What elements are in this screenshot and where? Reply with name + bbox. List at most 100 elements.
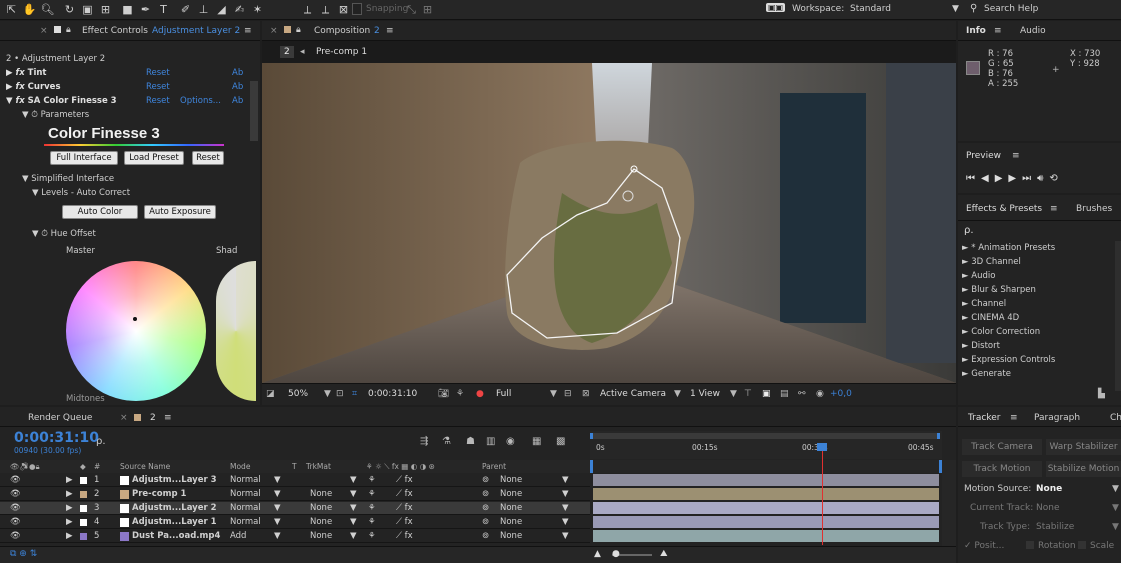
prev-frame-icon[interactable]: ◀ xyxy=(981,173,995,184)
clone-stamp-tool-icon[interactable]: ⊥ xyxy=(196,2,211,17)
close-tab-icon[interactable]: × xyxy=(40,26,48,36)
lock-icon[interactable]: 🔒︎ xyxy=(66,25,71,35)
panel-menu-icon[interactable]: ≡ xyxy=(1050,204,1058,214)
layer-label-color[interactable] xyxy=(80,477,87,484)
effects-category[interactable]: ► Generate xyxy=(958,367,1115,381)
effects-category[interactable]: ► Color Correction xyxy=(958,325,1115,339)
tracker-tab[interactable]: Tracker xyxy=(968,413,1000,423)
camera-dropdown[interactable]: Active Camera xyxy=(600,389,666,399)
shy-switch-icon[interactable]: ⚘ xyxy=(368,488,376,501)
zoom-slider-handle[interactable]: ● xyxy=(612,549,620,559)
close-tab-icon[interactable]: × xyxy=(270,26,278,36)
playhead-handle[interactable] xyxy=(817,443,827,451)
brushes-tab[interactable]: Brushes xyxy=(1076,204,1112,214)
layer-row[interactable]: 👁︎ ▶ 2 Pre-comp 1 Normal None ⚘ ⟋ fx ⊚ None ▼ ▼ ▼ xyxy=(0,488,590,501)
eye-icon[interactable]: 👁︎ xyxy=(10,488,21,501)
shy-switch-icon[interactable]: ⚘ xyxy=(368,474,376,487)
roto-brush-tool-icon[interactable]: ✍ xyxy=(232,2,247,17)
dropdown-icon-trkmat[interactable]: ▼ xyxy=(350,488,357,501)
layer-row[interactable]: 👁︎ ▶ 4 Adjustm...Layer 1 Normal None ⚘ ⟋ fx ⊚ Non… xyxy=(0,516,590,529)
effects-category[interactable]: ► 3D Channel xyxy=(958,255,1115,269)
axis-local-icon[interactable]: ⟂ xyxy=(300,2,315,17)
layer-trkmat[interactable]: None xyxy=(310,488,332,501)
transparency-grid-icon[interactable]: ⌗ xyxy=(352,389,357,399)
dropdown-icon-parent[interactable]: ▼ xyxy=(562,488,569,501)
layer-mode[interactable]: Normal xyxy=(230,474,261,487)
timeline-comp-tab[interactable]: 2 xyxy=(150,413,156,423)
pixel-aspect-icon[interactable]: ⊤ xyxy=(744,389,752,399)
track-motion-button[interactable]: Track Motion xyxy=(962,461,1042,477)
column-source-name[interactable]: Source Name xyxy=(120,460,170,473)
layer-parent[interactable]: None xyxy=(500,530,522,543)
panel-scrollbar[interactable] xyxy=(250,81,258,141)
fx-switch-icon[interactable]: ⟋ fx xyxy=(396,530,413,543)
eye-icon[interactable]: 👁︎ xyxy=(10,516,21,529)
effect-controls-tab[interactable]: Effect Controls xyxy=(82,26,148,36)
frame-blending-icon[interactable]: ▥ xyxy=(486,436,495,447)
next-frame-icon[interactable]: ▶ xyxy=(1008,173,1022,184)
track-camera-button[interactable]: Track Camera xyxy=(962,439,1042,455)
av-switches-icon[interactable]: 👁︎🔊︎●🔒︎ xyxy=(10,460,40,473)
camera-tool-icon[interactable]: ▣ xyxy=(80,2,95,17)
hand-tool-icon[interactable]: ✋ xyxy=(22,2,37,17)
layer-duration-bar[interactable] xyxy=(593,516,939,528)
eye-icon[interactable]: 👁︎ xyxy=(10,502,21,515)
snapping-checkbox[interactable] xyxy=(352,3,362,15)
layer-label-color[interactable] xyxy=(80,519,87,526)
last-frame-icon[interactable]: ⏭ xyxy=(1022,173,1037,184)
finesse-reset-link[interactable]: Reset xyxy=(146,95,170,108)
column-mode[interactable]: Mode xyxy=(230,460,250,473)
stabilize-motion-button[interactable]: Stabilize Motion xyxy=(1046,461,1121,477)
paragraph-tab[interactable]: Paragraph xyxy=(1034,413,1080,423)
dropdown-icon-mode[interactable]: ▼ xyxy=(274,530,281,543)
comp-mini-flowchart-icon[interactable]: ⇶ xyxy=(420,436,428,447)
effects-category[interactable]: ► Audio xyxy=(958,269,1115,283)
layer-trkmat[interactable]: None xyxy=(310,502,332,515)
puppet-tool-icon[interactable]: ✶ xyxy=(250,2,265,17)
layer-parent[interactable]: None xyxy=(500,488,522,501)
layer-mode[interactable]: Normal xyxy=(230,488,261,501)
scale-checkbox[interactable] xyxy=(1078,541,1086,549)
pan-behind-tool-icon[interactable]: ⊞ xyxy=(98,2,113,17)
effects-category[interactable]: ► CINEMA 4D xyxy=(958,311,1115,325)
effect-row-curves[interactable]: ▶ fx Curves xyxy=(6,81,61,94)
shy-switch-icon[interactable]: ⚘ xyxy=(368,502,376,515)
layer-row[interactable]: 👁︎ ▶ 3 Adjustm...Layer 2 Normal None ⚘ ⟋ fx ⊚ Non… xyxy=(0,502,590,515)
effects-category[interactable]: ► * Animation Presets xyxy=(958,241,1115,255)
levels-auto-toggle[interactable]: ▼ Levels - Auto Correct xyxy=(32,187,130,200)
dropdown-icon-parent[interactable]: ▼ xyxy=(562,502,569,515)
brainstorm-icon[interactable]: ▩ xyxy=(556,436,565,447)
position-checkbox[interactable]: ✓ Posit... xyxy=(964,541,1004,551)
load-preset-button[interactable]: Load Preset xyxy=(124,151,184,165)
effect-row-color-finesse[interactable]: ▼ fx SA Color Finesse 3 xyxy=(6,95,117,108)
layer-duration-bar[interactable] xyxy=(593,530,939,542)
workspace-value[interactable]: Standard xyxy=(850,4,891,14)
layer-name[interactable]: Pre-comp 1 xyxy=(132,488,186,501)
type-tool-icon[interactable]: T xyxy=(156,2,171,17)
render-queue-tab[interactable]: Render Queue xyxy=(28,413,92,423)
dropdown-icon-trkmat[interactable]: ▼ xyxy=(350,516,357,529)
layer-parent[interactable]: None xyxy=(500,474,522,487)
layer-mode[interactable]: Normal xyxy=(230,502,261,515)
master-color-wheel[interactable] xyxy=(66,261,206,401)
layer-trkmat[interactable]: None xyxy=(310,530,332,543)
column-trkmat[interactable]: TrkMat xyxy=(306,460,331,473)
exposure-reset-icon[interactable]: ◉ xyxy=(816,389,824,399)
layer-row[interactable]: 👁︎ ▶ 5 Dust Pa...oad.mp4 Add None ⚘ ⟋ fx ⊚ None ▼ ▼… xyxy=(0,530,590,543)
search-help-input[interactable]: Search Help xyxy=(984,4,1038,14)
layer-name[interactable]: Dust Pa...oad.mp4 xyxy=(132,530,220,543)
twirl-icon[interactable]: ▶ xyxy=(66,474,73,487)
preview-tab[interactable]: Preview xyxy=(966,151,1001,161)
current-time-indicator[interactable] xyxy=(822,443,823,545)
dropdown-icon[interactable]: ▼ xyxy=(1112,503,1119,513)
time-ruler[interactable]: 0s 00:15s 00:30s 00:45s xyxy=(590,431,942,459)
resolution-dropdown[interactable]: Full xyxy=(496,389,511,399)
shy-switch-icon[interactable]: ⚘ xyxy=(368,516,376,529)
dropdown-icon-parent[interactable]: ▼ xyxy=(562,530,569,543)
full-interface-button[interactable]: Full Interface xyxy=(50,151,118,165)
effects-presets-tab[interactable]: Effects & Presets xyxy=(966,204,1042,214)
reset-button[interactable]: Reset xyxy=(192,151,224,165)
color-channel-icon[interactable]: ● xyxy=(476,389,484,399)
panel-menu-icon[interactable]: ≡ xyxy=(244,26,252,36)
rectangle-tool-icon[interactable]: ■ xyxy=(120,2,135,17)
